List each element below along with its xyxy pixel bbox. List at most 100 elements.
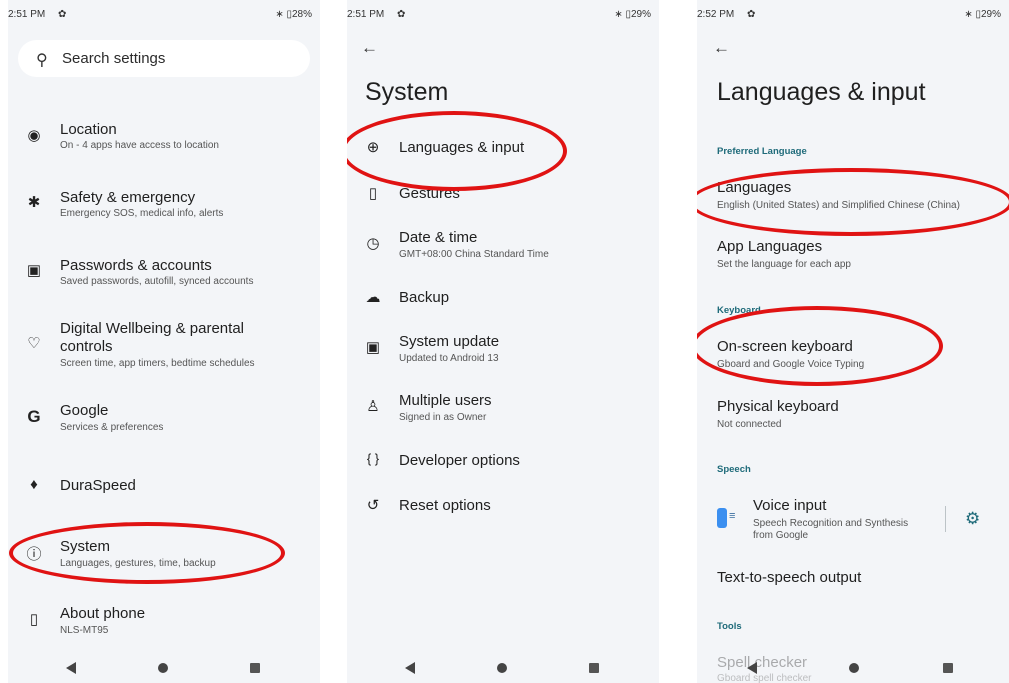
item-subtitle: NLS-MT95 — [60, 625, 109, 636]
item-title: App Languages — [717, 238, 823, 255]
location-pin-icon: ◉ — [27, 127, 41, 144]
item-subtitle: GMT+08:00 China Standard Time — [399, 249, 549, 260]
search-input[interactable]: Search settings — [62, 50, 165, 67]
divider — [945, 506, 946, 532]
search-bar[interactable]: ⚲ Search settings — [18, 40, 310, 77]
item-title: DuraSpeed — [60, 477, 136, 494]
settings-item-duraspeed[interactable]: ♦ DuraSpeed — [8, 474, 320, 498]
item-subtitle: Not connected — [717, 419, 782, 430]
item-subtitle: Saved passwords, autofill, synced accoun… — [60, 276, 254, 287]
section-header-preferred-language: Preferred Language — [717, 146, 807, 157]
asterisk-icon: ✱ — [27, 194, 41, 211]
item-subtitle: Signed in as Owner — [399, 412, 487, 423]
status-time: 2:52 PM — [697, 9, 735, 20]
braces-icon: { } — [366, 451, 380, 466]
voice-input-icon — [717, 508, 727, 528]
section-header-tools: Tools — [717, 621, 742, 632]
system-update-icon: ▣ — [365, 339, 381, 356]
voice-input-item[interactable]: ≡ Voice input Speech Recognition and Syn… — [697, 496, 1009, 542]
status-battery: ∗ ▯29% — [614, 9, 651, 20]
back-nav-icon[interactable] — [66, 662, 76, 674]
navigation-bar — [8, 649, 320, 683]
home-nav-icon[interactable] — [497, 663, 507, 673]
item-subtitle: Screen time, app timers, bedtime schedul… — [60, 358, 255, 369]
section-header-speech: Speech — [717, 464, 751, 475]
status-bar: 2:51 PM ✿ ∗ ▯28% — [8, 9, 320, 25]
search-icon: ⚲ — [36, 52, 48, 69]
voice-lines-icon: ≡ — [729, 510, 736, 522]
item-subtitle: Services & preferences — [60, 422, 164, 433]
item-title: Digital Wellbeing & parental — [60, 320, 244, 337]
clock-icon: ◷ — [366, 235, 380, 252]
item-subtitle: On - 4 apps have access to location — [60, 140, 219, 151]
system-item-users[interactable]: ♙ Multiple users Signed in as Owner — [347, 390, 659, 430]
status-time: 2:51 PM — [8, 9, 46, 20]
item-subtitle: Emergency SOS, medical info, alerts — [60, 208, 224, 219]
navigation-bar — [347, 649, 659, 683]
system-item-reset[interactable]: ↺ Reset options — [347, 494, 659, 518]
item-title: Voice input — [753, 497, 827, 514]
item-title: Physical keyboard — [717, 398, 839, 415]
back-arrow-icon[interactable]: ← — [361, 38, 378, 58]
app-languages-item[interactable]: App Languages Set the language for each … — [697, 237, 1009, 273]
back-nav-icon[interactable] — [747, 662, 757, 674]
item-subtitle: Set the language for each app — [717, 259, 851, 270]
settings-gear-icon: ✿ — [747, 9, 756, 20]
rocket-icon: ♦ — [30, 476, 38, 493]
home-nav-icon[interactable] — [849, 663, 859, 673]
item-title: Safety & emergency — [60, 189, 196, 206]
item-title: About phone — [60, 605, 146, 622]
settings-item-about-phone[interactable]: ▯ About phone NLS-MT95 — [8, 603, 320, 643]
highlight-circle — [9, 522, 285, 584]
navigation-bar — [697, 649, 1009, 683]
system-item-developer[interactable]: { } Developer options — [347, 449, 659, 473]
languages-input-screen: 2:52 PM ✿ ∗ ▯29% ← Languages & input Pre… — [697, 0, 1009, 683]
status-bar: 2:51 PM ✿ ∗ ▯29% — [347, 9, 659, 25]
status-battery: ∗ ▯29% — [964, 9, 1001, 20]
highlight-circle — [697, 168, 1009, 236]
page-title: System — [365, 78, 449, 106]
gestures-icon: ▯ — [368, 185, 378, 202]
home-nav-icon[interactable] — [158, 663, 168, 673]
settings-gear-icon: ✿ — [58, 9, 67, 20]
physical-keyboard-item[interactable]: Physical keyboard Not connected — [697, 397, 1009, 433]
settings-item-passwords[interactable]: ▣ Passwords & accounts Saved passwords, … — [8, 254, 320, 294]
item-title: Backup — [399, 289, 450, 306]
item-title: Location — [60, 121, 117, 138]
recents-nav-icon[interactable] — [943, 663, 953, 673]
settings-item-google[interactable]: G Google Services & preferences — [8, 400, 320, 440]
system-item-update[interactable]: ▣ System update Updated to Android 13 — [347, 331, 659, 371]
item-title: Developer options — [399, 452, 520, 469]
item-title: Reset options — [399, 497, 491, 514]
item-title: System update — [399, 333, 500, 350]
settings-home-screen: 2:51 PM ✿ ∗ ▯28% ⚲ Search settings ◉ Loc… — [8, 0, 320, 683]
users-icon: ♙ — [366, 398, 380, 415]
item-subtitle-line2: from Google — [753, 530, 809, 541]
voice-settings-gear-icon[interactable]: ⚙ — [965, 509, 980, 529]
highlight-circle — [347, 111, 567, 191]
settings-item-safety[interactable]: ✱ Safety & emergency Emergency SOS, medi… — [8, 186, 320, 226]
item-title: Google — [60, 402, 109, 419]
tts-output-item[interactable]: Text-to-speech output — [697, 568, 1009, 592]
system-screen: 2:51 PM ✿ ∗ ▯29% ← System ⊕ Languages & … — [347, 0, 659, 683]
system-item-date-time[interactable]: ◷ Date & time GMT+08:00 China Standard T… — [347, 227, 659, 267]
highlight-circle — [697, 306, 943, 386]
settings-item-wellbeing[interactable]: ♡ Digital Wellbeing & parental controls … — [8, 318, 320, 374]
status-bar: 2:52 PM ✿ ∗ ▯29% — [697, 9, 1009, 25]
back-arrow-icon[interactable]: ← — [713, 38, 730, 58]
settings-item-location[interactable]: ◉ Location On - 4 apps have access to lo… — [8, 118, 320, 158]
item-title: Date & time — [399, 229, 478, 246]
item-subtitle: Updated to Android 13 — [399, 353, 499, 364]
google-icon: G — [27, 407, 41, 426]
status-battery: ∗ ▯28% — [275, 9, 312, 20]
item-title: Passwords & accounts — [60, 257, 212, 274]
back-nav-icon[interactable] — [405, 662, 415, 674]
item-title-line2: controls — [60, 338, 113, 355]
reset-icon: ↺ — [366, 497, 380, 514]
recents-nav-icon[interactable] — [589, 663, 599, 673]
recents-nav-icon[interactable] — [250, 663, 260, 673]
system-item-backup[interactable]: ☁ Backup — [347, 286, 659, 310]
settings-gear-icon: ✿ — [397, 9, 406, 20]
wellbeing-icon: ♡ — [27, 335, 41, 352]
item-title: Text-to-speech output — [717, 569, 862, 586]
